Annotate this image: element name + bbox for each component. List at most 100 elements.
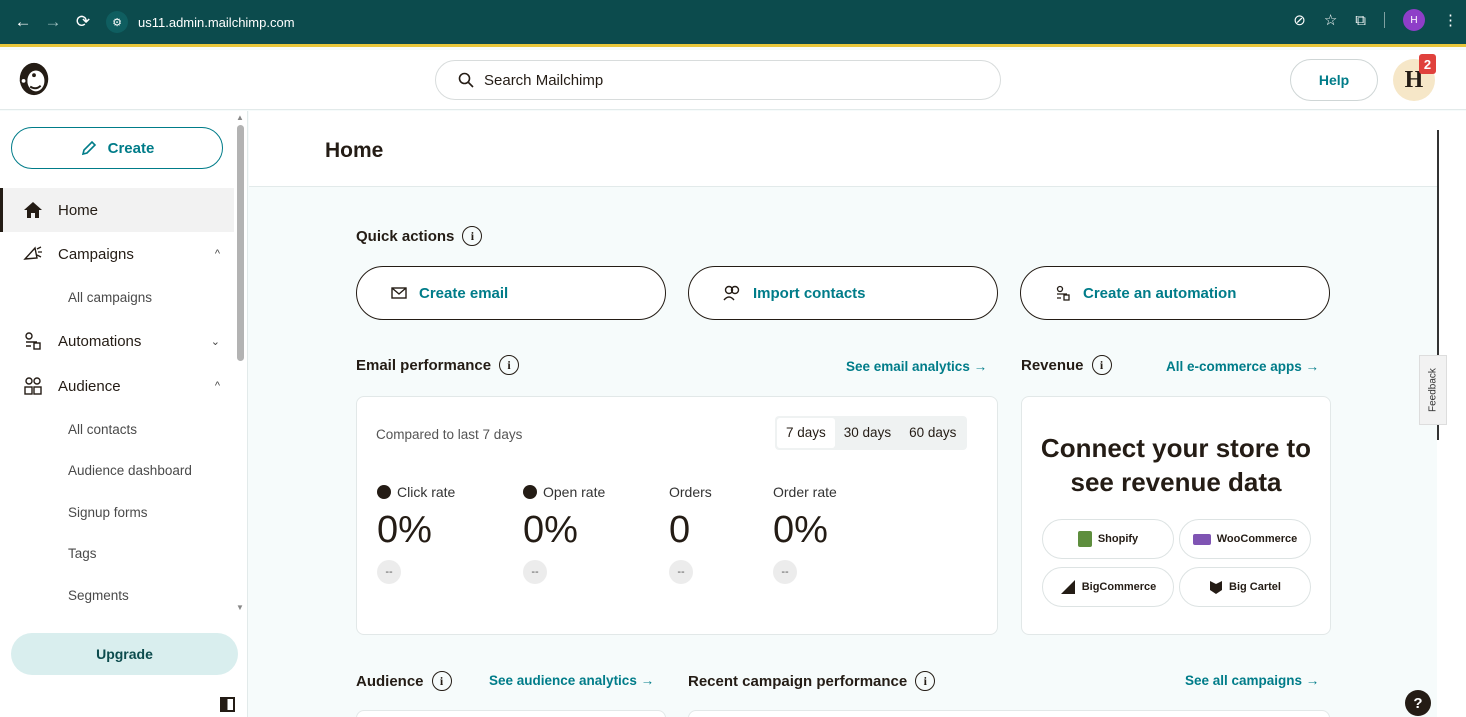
help-bubble-button[interactable]: ? — [1405, 690, 1431, 716]
notification-badge[interactable]: 2 — [1419, 54, 1436, 74]
sidebar-scrollbar-thumb[interactable] — [237, 125, 244, 361]
sidebar-subitem-audience-dashboard[interactable]: Audience dashboard — [68, 463, 192, 478]
metric-value: 0 — [669, 509, 691, 551]
metric-click-rate: Click rate 0% -- — [377, 483, 455, 584]
search-icon — [458, 72, 474, 88]
info-icon[interactable]: i — [1091, 355, 1112, 375]
quick-actions-heading: Quick actions i — [356, 226, 483, 246]
import-contacts-button[interactable]: Import contacts — [688, 266, 998, 320]
page-title: Home — [325, 139, 384, 162]
sidebar-item-home[interactable]: Home — [0, 188, 234, 232]
sidebar-subitem-signup-forms[interactable]: Signup forms — [68, 505, 148, 520]
revenue-headline: Connect your store to see revenue data — [1040, 433, 1312, 497]
shopify-icon — [1077, 531, 1092, 547]
recent-campaign-label: Recent campaign performance — [688, 672, 908, 690]
sidebar-subitem-all-contacts[interactable]: All contacts — [68, 422, 137, 437]
metric-value: 0% — [773, 509, 828, 551]
mailchimp-mini-icon — [377, 485, 391, 499]
metric-delta: -- — [523, 560, 547, 584]
woocommerce-button[interactable]: WooCommerce — [1179, 519, 1311, 559]
scroll-up-arrow-icon[interactable]: ▲ — [236, 113, 244, 122]
see-all-campaigns-link[interactable]: See all campaigns → — [1185, 673, 1319, 688]
sidebar-item-campaigns[interactable]: Campaigns ^ — [0, 232, 234, 276]
sidebar-subitem-segments[interactable]: Segments — [68, 588, 129, 603]
forward-icon[interactable]: → — [38, 12, 68, 32]
metric-delta: -- — [377, 560, 401, 584]
metric-delta: -- — [669, 560, 693, 584]
metric-delta: -- — [773, 560, 797, 584]
info-icon[interactable]: i — [915, 671, 936, 691]
range-60-days[interactable]: 60 days — [900, 418, 965, 448]
big-cartel-label: Big Cartel — [1229, 581, 1281, 593]
sidebar-item-audience[interactable]: Audience ^ — [0, 364, 234, 408]
info-icon[interactable]: i — [431, 671, 452, 691]
sidebar-item-label: Automations — [58, 332, 142, 350]
see-email-analytics-link[interactable]: See email analytics → — [846, 359, 987, 374]
scroll-down-arrow-icon[interactable]: ▼ — [236, 603, 244, 612]
bookmark-star-icon[interactable]: ☆ — [1324, 11, 1337, 29]
recent-campaign-performance-heading: Recent campaign performance i — [688, 671, 936, 691]
browser-toolbar: ← → ⟳ ⚙ us11.admin.mailchimp.com ⊘ ☆ ⧉ H… — [0, 0, 1466, 47]
shopify-label: Shopify — [1097, 533, 1139, 545]
create-button[interactable]: Create — [11, 127, 223, 169]
help-button[interactable]: Help — [1290, 59, 1378, 101]
toolbar-divider — [1384, 12, 1385, 28]
eye-slash-icon[interactable]: ⊘ — [1293, 11, 1306, 29]
metric-label: Open rate — [543, 484, 606, 500]
create-email-button[interactable]: Create email — [356, 266, 666, 320]
address-bar[interactable]: ⚙ us11.admin.mailchimp.com — [106, 7, 295, 37]
info-icon[interactable]: i — [499, 355, 520, 375]
recent-campaign-card — [688, 710, 1330, 717]
date-range-selector: 7 days 30 days 60 days — [775, 416, 968, 450]
feedback-tab[interactable]: Feedback — [1419, 355, 1447, 425]
sidebar-subitem-tags[interactable]: Tags — [68, 546, 97, 561]
big-cartel-button[interactable]: Big Cartel — [1179, 567, 1311, 607]
woocommerce-label: WooCommerce — [1216, 533, 1298, 545]
all-ecommerce-apps-link[interactable]: All e-commerce apps → — [1166, 359, 1319, 374]
envelope-icon — [391, 287, 407, 299]
back-icon[interactable]: ← — [8, 12, 38, 32]
home-icon — [22, 199, 44, 221]
metric-order-rate: Order rate 0% -- — [773, 483, 837, 584]
big-cartel-icon — [1210, 581, 1223, 594]
metric-label: Click rate — [397, 484, 456, 500]
browser-menu-icon[interactable]: ⋮ — [1443, 11, 1458, 29]
create-automation-button[interactable]: Create an automation — [1020, 266, 1330, 320]
browser-profile-avatar[interactable]: H — [1403, 9, 1425, 31]
sidebar-item-label: Campaigns — [58, 245, 134, 263]
sidebar-item-label: Audience — [58, 377, 121, 395]
page-header: Home — [249, 111, 1437, 187]
range-7-days[interactable]: 7 days — [777, 418, 835, 448]
metric-open-rate: Open rate 0% -- — [523, 483, 605, 584]
metric-label: Order rate — [773, 484, 837, 500]
sidebar: Create Home Campaigns ^ All campaigns Au… — [0, 111, 248, 717]
bigcommerce-button[interactable]: BigCommerce — [1042, 567, 1174, 607]
metric-orders: Orders 0 -- — [669, 483, 712, 584]
see-audience-analytics-link[interactable]: See audience analytics → — [489, 673, 654, 688]
woocommerce-icon — [1192, 533, 1211, 545]
url-text: us11.admin.mailchimp.com — [138, 14, 295, 30]
sidebar-subitem-all-campaigns[interactable]: All campaigns — [68, 290, 152, 305]
metric-label: Orders — [669, 484, 712, 500]
automation-icon — [1056, 285, 1070, 301]
info-icon[interactable]: i — [462, 226, 483, 246]
reload-icon[interactable]: ⟳ — [68, 12, 98, 32]
collapse-sidebar-icon[interactable] — [220, 697, 235, 712]
bigcommerce-icon — [1060, 580, 1075, 594]
site-settings-icon[interactable]: ⚙ — [106, 11, 128, 33]
range-30-days[interactable]: 30 days — [835, 418, 900, 448]
shopify-button[interactable]: Shopify — [1042, 519, 1174, 559]
search-input[interactable]: Search Mailchimp — [435, 60, 1001, 100]
contacts-icon — [723, 285, 740, 301]
mailchimp-logo-icon[interactable] — [15, 60, 53, 98]
mailchimp-mini-icon — [523, 485, 537, 499]
megaphone-icon — [22, 243, 44, 265]
search-placeholder: Search Mailchimp — [484, 71, 604, 89]
upgrade-button[interactable]: Upgrade — [11, 633, 238, 675]
sidebar-item-automations[interactable]: Automations ⌄ — [0, 319, 234, 363]
revenue-heading: Revenue i — [1021, 355, 1112, 375]
chevron-down-icon[interactable]: ⌄ — [211, 335, 220, 348]
extensions-icon[interactable]: ⧉ — [1355, 12, 1366, 29]
chevron-up-icon[interactable]: ^ — [215, 248, 220, 260]
chevron-up-icon[interactable]: ^ — [215, 380, 220, 392]
